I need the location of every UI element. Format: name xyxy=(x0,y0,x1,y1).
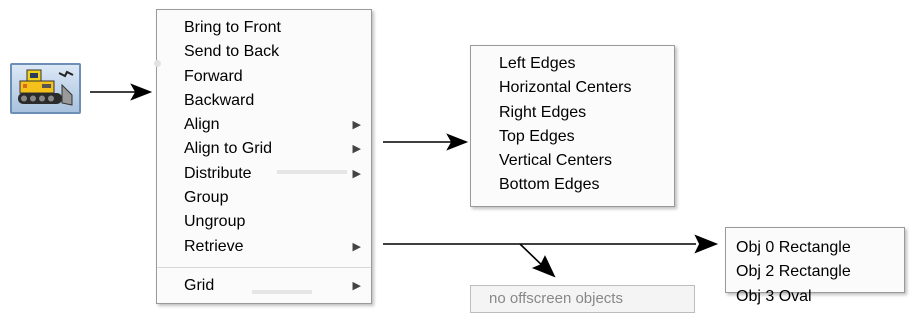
menu-item-align-to-grid[interactable]: Align to Grid ▶ xyxy=(157,137,371,161)
menu-item-obj-3-oval[interactable]: Obj 3 Oval xyxy=(726,285,904,309)
menu-item-label: Send to Back xyxy=(184,43,280,61)
menu-item-label: Obj 3 Oval xyxy=(736,287,812,305)
menu-item-backward[interactable]: Backward xyxy=(157,89,371,113)
submenu-arrow-icon: ▶ xyxy=(352,119,361,132)
menu-separator xyxy=(157,266,371,268)
menu-item-label: Align to Grid xyxy=(184,140,273,158)
menu-item-label: Top Edges xyxy=(499,127,575,145)
arrange-context-menu: Bring to Front Send to Back Forward Back… xyxy=(154,9,372,304)
menu-item-top-edges[interactable]: Top Edges xyxy=(471,125,674,149)
menu-item-label: Obj 2 Rectangle xyxy=(736,263,851,281)
menu-item-label: Obj 0 Rectangle xyxy=(736,239,851,256)
submenu-arrow-icon: ▶ xyxy=(352,167,361,180)
menu-item-ungroup[interactable]: Ungroup xyxy=(157,210,371,234)
submenu-arrow-icon: ▶ xyxy=(352,240,361,253)
menu-item-label: Retrieve xyxy=(184,237,244,255)
menu-item-label: Backward xyxy=(184,91,255,109)
arrow-head xyxy=(694,234,719,254)
menu-item-obj-0-rectangle[interactable]: Obj 0 Rectangle xyxy=(726,236,904,260)
menu-item-left-edges[interactable]: Left Edges xyxy=(471,52,674,76)
menu-item-label: Bottom Edges xyxy=(499,176,600,194)
menu-item-obj-2-rectangle[interactable]: Obj 2 Rectangle xyxy=(726,260,904,284)
menu-item-label: Align xyxy=(184,116,220,134)
menu-item-label: Right Edges xyxy=(499,103,587,121)
menu-item-label: Distribute xyxy=(184,164,252,182)
menu-item-bring-to-front[interactable]: Bring to Front xyxy=(157,16,371,40)
menu-item-label: Group xyxy=(184,189,229,207)
menu-item-forward[interactable]: Forward xyxy=(157,65,371,89)
offscreen-objects-menu: no offscreen objects xyxy=(470,285,695,313)
menu-item-vertical-centers[interactable]: Vertical Centers xyxy=(471,149,674,173)
menu-item-label: Forward xyxy=(184,67,243,85)
menu-item-align[interactable]: Align ▶ xyxy=(157,113,371,137)
menu-item-bottom-edges[interactable]: Bottom Edges xyxy=(471,173,674,197)
submenu-arrow-icon: ▶ xyxy=(352,279,361,292)
submenu-arrow-icon: ▶ xyxy=(352,143,361,156)
menu-item-label: Bring to Front xyxy=(184,19,281,36)
menu-item-retrieve[interactable]: Retrieve ▶ xyxy=(157,235,371,259)
menu-item-label: Grid xyxy=(184,276,215,294)
no-offscreen-objects-label: no offscreen objects xyxy=(489,290,623,307)
menu-item-group[interactable]: Group xyxy=(157,186,371,210)
retrieve-submenu: Obj 0 Rectangle Obj 2 Rectangle Obj 3 Ov… xyxy=(725,227,905,305)
menu-item-label: Horizontal Centers xyxy=(499,79,632,97)
menu-item-right-edges[interactable]: Right Edges xyxy=(471,101,674,125)
menu-item-send-to-back[interactable]: Send to Back xyxy=(157,40,371,64)
menu-item-horizontal-centers[interactable]: Horizontal Centers xyxy=(471,76,674,100)
menu-item-label: Vertical Centers xyxy=(499,152,612,170)
menu-item-distribute[interactable]: Distribute ▶ xyxy=(157,162,371,186)
menu-item-label: Left Edges xyxy=(499,55,576,72)
menu-item-label: Ungroup xyxy=(184,213,246,231)
menu-item-grid[interactable]: Grid ▶ xyxy=(157,274,371,298)
align-submenu: Left Edges Horizontal Centers Right Edge… xyxy=(470,45,675,207)
